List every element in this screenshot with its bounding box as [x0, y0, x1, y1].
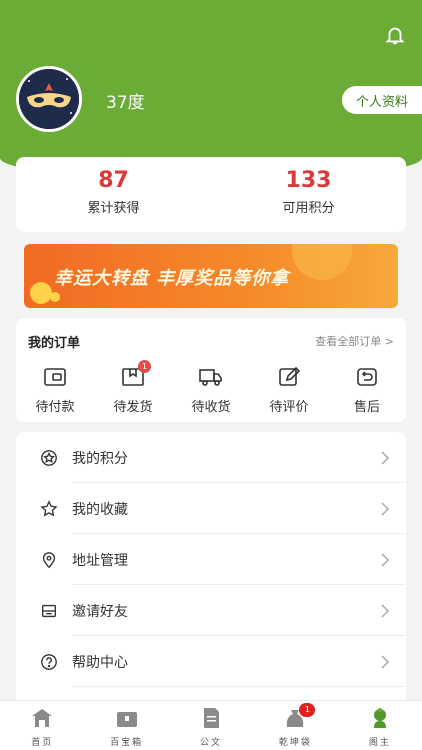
banner-decoration — [292, 244, 352, 280]
star-icon — [40, 499, 58, 517]
avatar[interactable] — [16, 66, 82, 132]
stats-card: 87 累计获得 133 可用积分 — [16, 157, 406, 232]
tab-badge: 1 — [299, 703, 316, 717]
return-icon — [357, 368, 377, 386]
banner-decoration — [50, 292, 60, 302]
chevron-right-icon — [381, 654, 390, 669]
order-pending-payment[interactable]: 待付款 — [16, 366, 94, 415]
order-after-sales[interactable]: 售后 — [328, 366, 406, 415]
document-icon — [204, 708, 220, 728]
points-icon — [41, 449, 57, 466]
bottom-tab-bar: 首页 百宝箱 公文 1 乾坤袋 阁主 — [0, 700, 422, 750]
tab-home[interactable]: 首页 — [0, 701, 84, 750]
menu-label: 我的收藏 — [72, 501, 128, 518]
username: 37度 — [106, 93, 145, 113]
order-label: 待收货 — [191, 400, 231, 415]
stat-label: 累计获得 — [87, 201, 140, 216]
order-pending-receipt[interactable]: 待收货 — [172, 366, 250, 415]
tab-label: 阁主 — [368, 738, 391, 748]
order-pending-shipment[interactable]: 1 待发货 — [94, 360, 172, 415]
divider — [72, 686, 406, 687]
menu-item-help[interactable]: 帮助中心 — [16, 636, 406, 687]
owner-icon — [373, 708, 386, 728]
tab-bag[interactable]: 1 乾坤袋 — [253, 701, 337, 750]
stat-total-earned[interactable]: 87 累计获得 — [16, 157, 211, 232]
menu-item-invite[interactable]: 邀请好友 — [16, 585, 406, 636]
order-pending-review[interactable]: 待评价 — [250, 366, 328, 415]
menu-label: 邀请好友 — [72, 603, 128, 620]
lucky-wheel-banner[interactable]: 幸运大转盘 丰厚奖品等你拿 — [24, 244, 398, 308]
order-label: 售后 — [353, 400, 380, 415]
tab-label: 乾坤袋 — [278, 738, 312, 748]
tab-label: 公文 — [200, 738, 223, 748]
menu-label: 我的积分 — [72, 450, 128, 467]
menu-item-favorites[interactable]: 我的收藏 — [16, 483, 406, 534]
treasure-box-icon — [116, 712, 137, 727]
bell-icon[interactable] — [384, 24, 406, 46]
orders-card: 我的订单 查看全部订单 > 待付款 1 待发货 待收货 待评价 售后 — [16, 318, 406, 422]
order-label: 待评价 — [269, 400, 309, 415]
mask-icon — [19, 69, 79, 129]
order-badge: 1 — [138, 360, 151, 373]
chevron-right-icon — [381, 501, 390, 516]
tab-label: 首页 — [31, 738, 54, 748]
menu-label: 帮助中心 — [72, 654, 128, 671]
menu-label: 地址管理 — [72, 552, 128, 569]
view-all-orders-link[interactable]: 查看全部订单 > — [315, 333, 394, 349]
profile-button[interactable]: 个人资料 — [342, 86, 422, 114]
tab-owner[interactable]: 阁主 — [338, 701, 422, 750]
stat-label: 可用积分 — [282, 201, 335, 216]
tab-documents[interactable]: 公文 — [169, 701, 253, 750]
banner-text: 幸运大转盘 丰厚奖品等你拿 — [54, 268, 290, 289]
order-label: 待付款 — [35, 400, 75, 415]
stat-available-points[interactable]: 133 可用积分 — [211, 157, 406, 232]
profile-header: 37度 个人资料 — [0, 0, 422, 180]
settings-menu: 我的积分 我的收藏 地址管理 邀请好友 帮助中心 — [16, 432, 406, 700]
menu-item-my-points[interactable]: 我的积分 — [16, 432, 406, 483]
menu-item-address[interactable]: 地址管理 — [16, 534, 406, 585]
location-icon — [42, 551, 56, 568]
stat-value: 133 — [285, 168, 332, 193]
chevron-right-icon — [381, 450, 390, 465]
invite-icon — [42, 604, 56, 617]
banner-decoration — [30, 282, 52, 304]
stat-value: 87 — [98, 168, 129, 193]
home-icon — [32, 709, 53, 727]
order-label: 待发货 — [113, 400, 153, 415]
wallet-icon — [44, 368, 66, 386]
truck-icon — [199, 369, 222, 386]
tab-treasure-box[interactable]: 百宝箱 — [84, 701, 168, 750]
orders-title: 我的订单 — [28, 336, 81, 351]
chevron-right-icon — [381, 603, 390, 618]
help-icon — [41, 653, 57, 670]
edit-icon — [279, 366, 301, 386]
tab-label: 百宝箱 — [110, 738, 144, 748]
chevron-right-icon — [381, 552, 390, 567]
